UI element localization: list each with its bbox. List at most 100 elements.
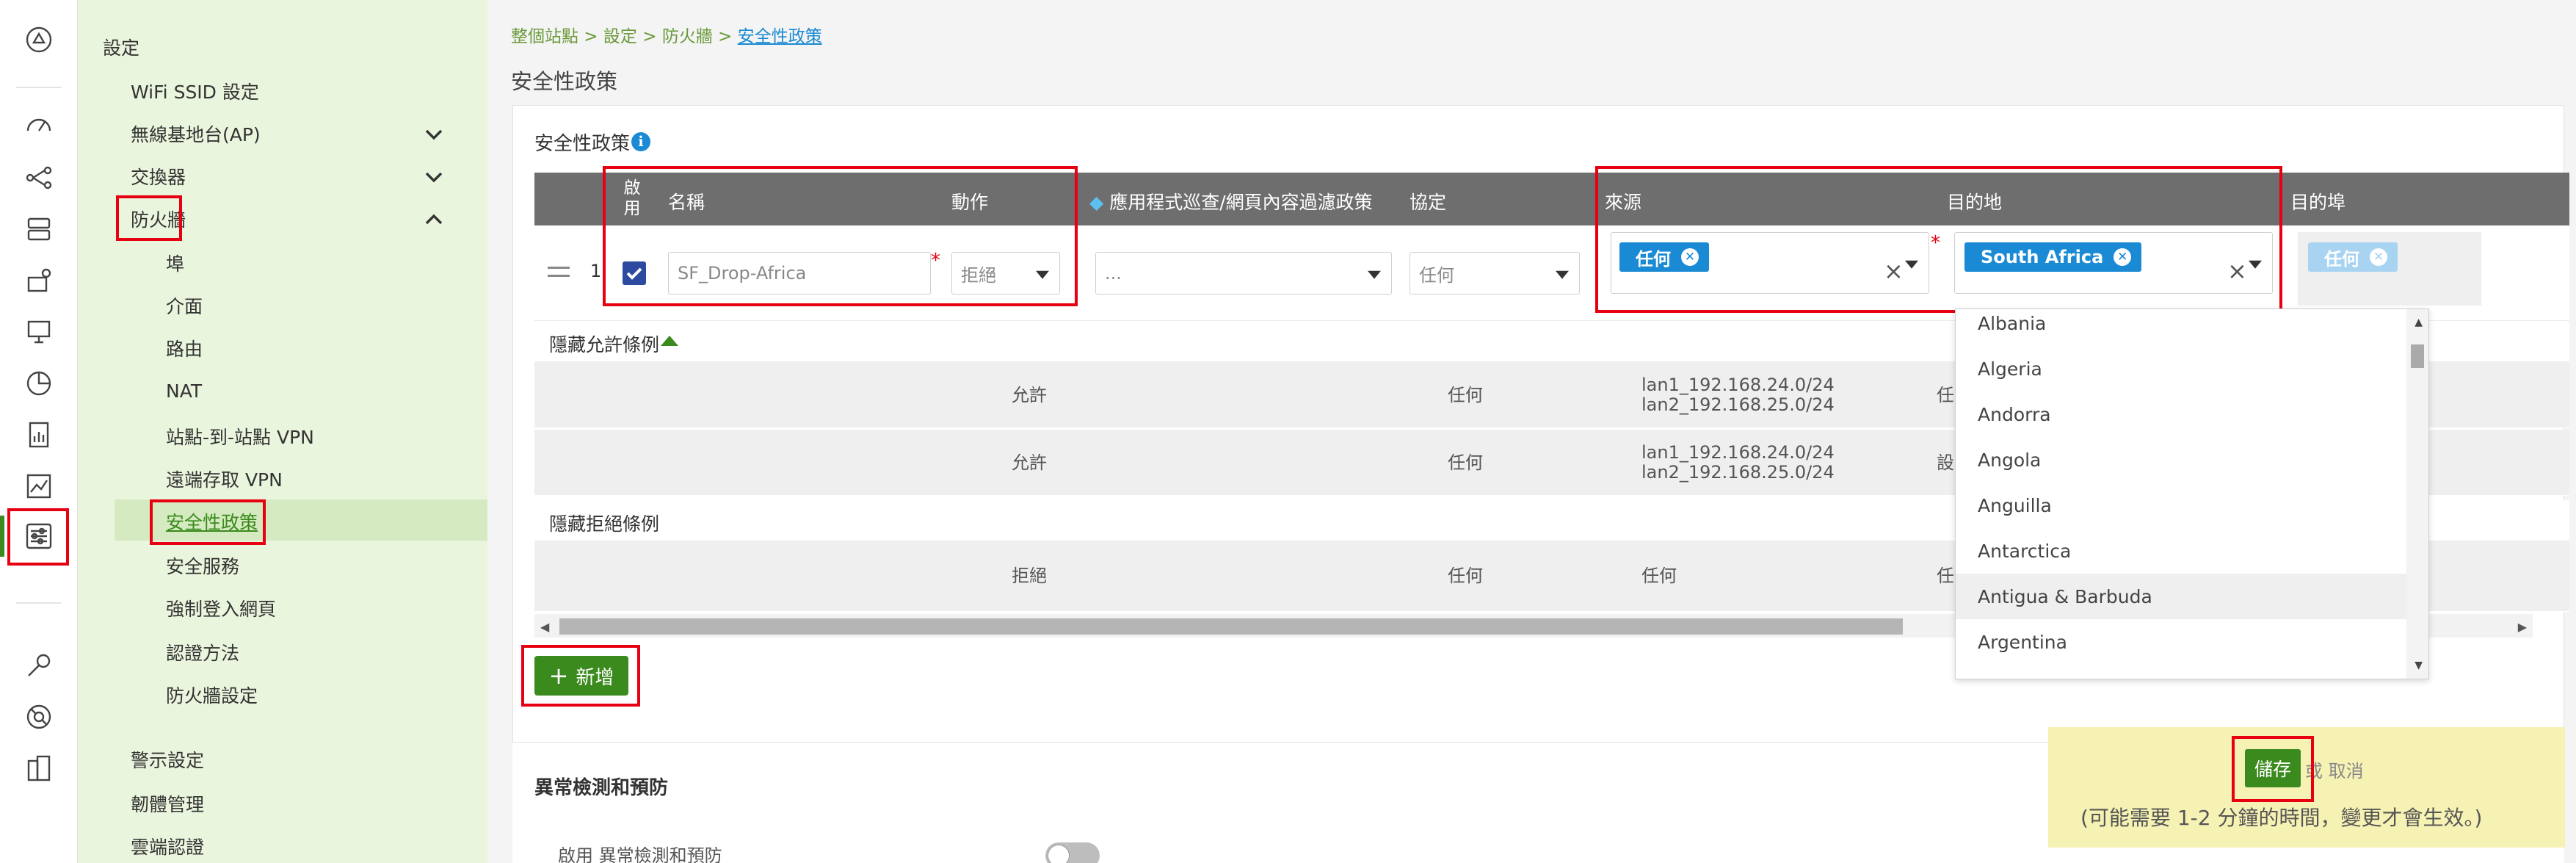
map-device-icon[interactable] — [20, 261, 58, 300]
cancel-link[interactable]: 或 取消 — [2305, 757, 2364, 782]
ids-enable-label: 啟用 異常檢測和預防 — [558, 845, 722, 863]
chevron-up-icon[interactable] — [423, 209, 446, 232]
country-option-hovered[interactable]: Antigua & Barbuda — [1956, 574, 2406, 619]
ids-enable-toggle[interactable] — [1045, 842, 1100, 863]
chevron-down-icon[interactable] — [423, 166, 446, 189]
scroll-right-arrow-icon[interactable]: ▶ — [2518, 620, 2527, 634]
hide-deny-label: 隱藏拒絕條例 — [549, 513, 660, 535]
breadcrumb-site[interactable]: 整個站點 — [511, 27, 578, 46]
action-select[interactable]: 拒絕 — [951, 252, 1060, 295]
col-source: 來源 — [1605, 192, 1642, 213]
report-icon[interactable] — [20, 416, 58, 454]
destination-tag[interactable]: South Africa ✕ — [1964, 242, 2142, 272]
dest-port-tag[interactable]: 任何 ✕ — [2308, 242, 2398, 272]
subnav-item-wifi-ssid[interactable]: WiFi SSID 設定 — [131, 78, 259, 104]
subnav-item-security-service[interactable]: 安全服務 — [166, 552, 239, 579]
chevron-down-icon[interactable] — [423, 123, 446, 147]
subnav-item-firewall[interactable]: 防火牆 — [131, 206, 186, 232]
tag-remove-icon[interactable]: ✕ — [1681, 248, 1699, 266]
monitor-icon[interactable] — [20, 313, 58, 351]
subnav-item-captive-portal[interactable]: 強制登入網頁 — [166, 595, 276, 621]
caret-down-icon — [1036, 270, 1049, 279]
source-tag[interactable]: 任何 ✕ — [1619, 242, 1709, 272]
app-filter-select[interactable]: ... — [1095, 252, 1392, 295]
caret-down-icon — [1905, 260, 1918, 269]
scrollbar-thumb[interactable] — [559, 618, 1903, 635]
add-policy-button[interactable]: + 新增 — [534, 656, 628, 696]
ids-section-title: 異常檢測和預防 — [534, 777, 669, 799]
org-icon[interactable] — [20, 21, 58, 59]
breadcrumb-firewall[interactable]: 防火牆 — [662, 27, 713, 46]
breadcrumb-settings[interactable]: 設定 — [603, 27, 637, 46]
toggle-knob — [1048, 845, 1070, 863]
dashboard-gauge-icon[interactable] — [20, 104, 58, 142]
help-lifebuoy-icon[interactable] — [20, 698, 58, 736]
subnav-item-firewall-settings[interactable]: 防火牆設定 — [166, 682, 258, 708]
col-dest-port: 目的埠 — [2290, 192, 2346, 213]
country-option[interactable]: Andorra — [1956, 391, 2406, 437]
topology-icon[interactable] — [20, 159, 58, 197]
save-button[interactable]: 儲存 — [2245, 749, 2301, 787]
caret-down-icon — [1556, 270, 1569, 279]
policy-table-header — [534, 173, 2569, 225]
diamond-icon: ◆ — [1089, 192, 1104, 213]
settings-sliders-icon[interactable] — [20, 517, 58, 555]
save-note: (可能需要 1-2 分鐘的時間，變更才會生效。) — [2080, 806, 2483, 830]
scroll-left-arrow-icon[interactable]: ◀ — [540, 620, 549, 634]
country-option[interactable]: Antarctica — [1956, 528, 2406, 574]
subnav-heading: 設定 — [103, 37, 140, 59]
subnav-item-ports[interactable]: 埠 — [166, 250, 184, 276]
breadcrumb: 整個站點 > 設定 > 防火牆 > 安全性政策 — [511, 27, 822, 46]
subnav-item-alerts[interactable]: 警示設定 — [131, 746, 204, 773]
col-destination: 目的地 — [1947, 192, 2003, 213]
drag-handle-icon[interactable] — [548, 267, 570, 277]
checkmark-icon — [626, 267, 642, 280]
rail-divider — [16, 87, 62, 88]
trend-line-icon[interactable] — [20, 467, 58, 505]
settings-subnav: 設定 WiFi SSID 設定 無線基地台(AP) 交換器 防火牆 埠 介面 路… — [78, 0, 530, 863]
subnav-item-firmware[interactable]: 韌體管理 — [131, 790, 204, 817]
triangle-up-icon — [661, 336, 678, 346]
protocol-select[interactable]: 任何 — [1409, 252, 1580, 295]
required-marker: * — [1931, 232, 1940, 254]
scroll-up-arrow-icon[interactable]: ▲ — [2414, 317, 2423, 328]
subnav-item-remote-vpn[interactable]: 遠端存取 VPN — [166, 466, 283, 492]
info-icon[interactable]: i — [631, 132, 650, 151]
required-marker: * — [931, 250, 940, 272]
subnav-item-switch[interactable]: 交換器 — [131, 163, 186, 189]
tag-remove-icon[interactable]: ✕ — [2370, 248, 2387, 266]
caret-down-icon — [1368, 270, 1381, 279]
col-app-filter: ◆ 應用程式巡查/網頁內容過濾政策 — [1089, 192, 1373, 213]
clear-source-icon[interactable]: × — [1884, 257, 1904, 285]
country-option[interactable]: Algeria — [1956, 346, 2406, 391]
subnav-item-cloud-auth[interactable]: 雲端認證 — [131, 833, 204, 859]
subnav-item-routing[interactable]: 路由 — [166, 335, 203, 361]
building-icon[interactable] — [20, 749, 58, 787]
tag-remove-icon[interactable]: ✕ — [2114, 248, 2132, 266]
subnav-item-interface[interactable]: 介面 — [166, 292, 203, 319]
country-option[interactable]: Anguilla — [1956, 483, 2406, 528]
enable-checkbox[interactable] — [623, 261, 646, 285]
tools-wrench-icon[interactable] — [20, 646, 58, 685]
subnav-item-ap[interactable]: 無線基地台(AP) — [131, 120, 261, 147]
subnav-item-security-policy[interactable]: 安全性政策 — [166, 508, 258, 535]
col-enable: 啟用 — [623, 178, 641, 218]
subnav-item-site-to-site-vpn[interactable]: 站點-到-站點 VPN — [166, 423, 314, 449]
save-bar: 儲存 或 取消 (可能需要 1-2 分鐘的時間，變更才會生效。) — [2048, 727, 2565, 848]
country-option[interactable]: Albania — [1956, 309, 2406, 346]
subnav-item-auth-method[interactable]: 認證方法 — [166, 639, 239, 665]
dropdown-scrollbar-thumb[interactable] — [2411, 344, 2424, 368]
page-title: 安全性政策 — [511, 69, 618, 94]
devices-icon[interactable] — [20, 210, 58, 248]
rail-active-indicator — [0, 516, 4, 557]
clear-destination-icon[interactable]: × — [2227, 257, 2247, 285]
country-option[interactable]: Angola — [1956, 437, 2406, 483]
pie-chart-icon[interactable] — [20, 364, 58, 402]
scroll-down-arrow-icon[interactable]: ▼ — [2414, 660, 2423, 671]
breadcrumb-current[interactable]: 安全性政策 — [738, 27, 822, 46]
policy-name-input[interactable]: SF_Drop-Africa — [668, 252, 931, 295]
icon-rail — [0, 0, 78, 863]
subnav-item-nat[interactable]: NAT — [166, 380, 202, 402]
country-option[interactable]: Argentina — [1956, 619, 2406, 665]
country-dropdown-list[interactable]: Albania Algeria Andorra Angola Anguilla … — [1955, 308, 2429, 679]
